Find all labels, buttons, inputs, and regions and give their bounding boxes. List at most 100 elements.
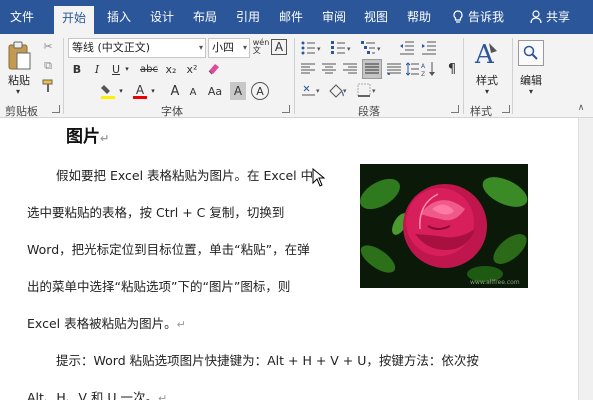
- font-name-combo[interactable]: 等线 (中文正文) ▾: [68, 38, 206, 58]
- justify-icon[interactable]: [362, 59, 382, 79]
- char-border-icon[interactable]: A: [271, 39, 287, 55]
- svg-text:▾: ▾: [372, 87, 376, 95]
- tab-file[interactable]: 文件: [0, 0, 44, 34]
- font-launcher-icon[interactable]: [282, 105, 290, 113]
- svg-text:▾: ▾: [317, 45, 321, 53]
- tab-mailings[interactable]: 邮件: [271, 0, 311, 34]
- format-painter-icon[interactable]: [40, 78, 56, 94]
- styles-launcher-icon[interactable]: [502, 105, 510, 113]
- tab-view[interactable]: 视图: [356, 0, 396, 34]
- clear-format-icon[interactable]: [205, 61, 223, 77]
- tab-review[interactable]: 审阅: [314, 0, 354, 34]
- copy-icon[interactable]: ⧉: [40, 58, 56, 74]
- styles-group-label: 样式: [470, 105, 492, 118]
- tab-layout[interactable]: 布局: [185, 0, 225, 34]
- line-spacing-icon[interactable]: [406, 61, 420, 77]
- distributed-icon[interactable]: [386, 61, 402, 77]
- font-size-value: 小四: [212, 41, 234, 54]
- font-color-icon[interactable]: A: [131, 82, 149, 100]
- sort-icon[interactable]: AZ: [420, 61, 438, 77]
- tab-insert[interactable]: 插入: [99, 0, 139, 34]
- doc-line-5: Excel 表格被粘贴为图片。↵: [27, 316, 186, 331]
- image-watermark: www.allfree.com: [470, 279, 520, 286]
- underline-dropdown[interactable]: ▾: [123, 61, 131, 77]
- styles-dropdown[interactable]: ▾: [481, 86, 493, 96]
- edit-dropdown[interactable]: ▾: [525, 86, 537, 96]
- tab-help[interactable]: 帮助: [399, 0, 439, 34]
- tab-design[interactable]: 设计: [142, 0, 182, 34]
- doc-line-4: 出的菜单中选择“粘贴选项”下的“图片”图标，则: [27, 279, 291, 294]
- find-icon[interactable]: [518, 40, 544, 66]
- paragraph-launcher-icon[interactable]: [451, 105, 459, 113]
- font-color-dropdown[interactable]: ▾: [149, 84, 157, 98]
- font-size-combo[interactable]: 小四 ▾: [208, 38, 250, 58]
- bullets-icon[interactable]: ▾: [300, 40, 324, 56]
- align-center-icon[interactable]: [321, 61, 337, 77]
- show-marks-icon[interactable]: ¶: [444, 61, 460, 77]
- superscript-button[interactable]: x²: [183, 61, 201, 77]
- separator: [463, 38, 464, 114]
- rose-image[interactable]: www.allfree.com: [360, 164, 528, 288]
- doc-line-3: Word，把光标定位到目标位置，单击“粘贴”，在弹: [27, 242, 310, 257]
- font-name-value: 等线 (中文正文): [72, 41, 151, 54]
- tell-me-label: 告诉我: [468, 10, 505, 24]
- grow-font-button[interactable]: A: [167, 82, 183, 100]
- cut-icon[interactable]: ✂: [40, 38, 56, 54]
- tab-home[interactable]: 开始: [54, 6, 94, 34]
- phonetic-guide-icon[interactable]: wén 文: [253, 38, 270, 56]
- paragraph-group-label: 段落: [358, 105, 380, 118]
- separator: [63, 38, 64, 114]
- font-group-label: 字体: [161, 105, 183, 118]
- mouse-cursor-icon: [312, 168, 326, 187]
- chinese-layout-icon[interactable]: ▾: [300, 82, 322, 100]
- change-case-button[interactable]: Aa: [204, 82, 226, 100]
- borders-icon[interactable]: ▾: [356, 82, 378, 100]
- increase-indent-icon[interactable]: [420, 40, 438, 56]
- separator: [512, 38, 513, 114]
- doc-heading: 图片↵: [66, 127, 110, 147]
- highlight-dropdown[interactable]: ▾: [117, 84, 125, 98]
- clipboard-launcher-icon[interactable]: [52, 105, 60, 113]
- styles-icon[interactable]: A: [472, 38, 502, 70]
- separator: [294, 38, 295, 114]
- shading-icon[interactable]: ▾: [327, 82, 349, 100]
- doc-line-2: 选中要粘贴的表格，按 Ctrl + C 复制，切换到: [27, 205, 285, 220]
- clipboard-icon: [8, 41, 31, 70]
- numbering-icon[interactable]: ▾: [330, 40, 354, 56]
- enclose-char-icon[interactable]: A: [251, 82, 269, 100]
- collapse-ribbon-icon[interactable]: ∧: [574, 102, 588, 114]
- multilevel-list-icon[interactable]: ▾: [360, 40, 384, 56]
- menu-bar: 文件 开始 插入 设计 布局 引用 邮件 审阅 视图 帮助 告诉我 共享: [0, 0, 593, 34]
- svg-text:Z: Z: [421, 71, 425, 77]
- tab-references[interactable]: 引用: [228, 0, 268, 34]
- highlight-color-icon[interactable]: [99, 82, 117, 100]
- vertical-scrollbar[interactable]: [578, 118, 593, 400]
- char-shading-button[interactable]: A: [230, 82, 246, 100]
- svg-text:A: A: [474, 40, 495, 69]
- share-label: 共享: [546, 10, 571, 24]
- underline-button[interactable]: U: [109, 61, 123, 77]
- person-icon: [530, 10, 542, 24]
- clipboard-group-label: 剪贴板: [5, 105, 38, 118]
- tell-me-box[interactable]: 告诉我: [452, 0, 504, 34]
- lightbulb-icon: [453, 10, 463, 23]
- bold-button[interactable]: B: [69, 61, 85, 77]
- doc-line-1: 假如要把 Excel 表格粘贴为图片。在 Excel 中: [56, 168, 314, 183]
- share-button[interactable]: 共享: [530, 0, 570, 34]
- strikethrough-button[interactable]: abc: [139, 61, 159, 77]
- italic-button[interactable]: I: [89, 61, 105, 77]
- paste-dropdown[interactable]: ▾: [12, 86, 24, 96]
- svg-text:A: A: [421, 63, 426, 70]
- subscript-button[interactable]: x₂: [162, 61, 180, 77]
- shrink-font-button[interactable]: A: [186, 84, 200, 100]
- paste-button[interactable]: [4, 38, 34, 74]
- svg-text:▾: ▾: [316, 87, 320, 95]
- align-right-icon[interactable]: [342, 61, 358, 77]
- svg-text:▾: ▾: [343, 87, 347, 95]
- svg-text:▾: ▾: [377, 45, 381, 53]
- svg-text:▾: ▾: [347, 45, 351, 53]
- doc-tip-line-2: Alt、H、V 和 U 一次。↵: [27, 390, 168, 400]
- decrease-indent-icon[interactable]: [398, 40, 416, 56]
- doc-tip-line-1: 提示：Word 粘贴选项图片快捷键为：Alt + H + V + U，按键方法：…: [56, 353, 479, 368]
- align-left-icon[interactable]: [300, 61, 316, 77]
